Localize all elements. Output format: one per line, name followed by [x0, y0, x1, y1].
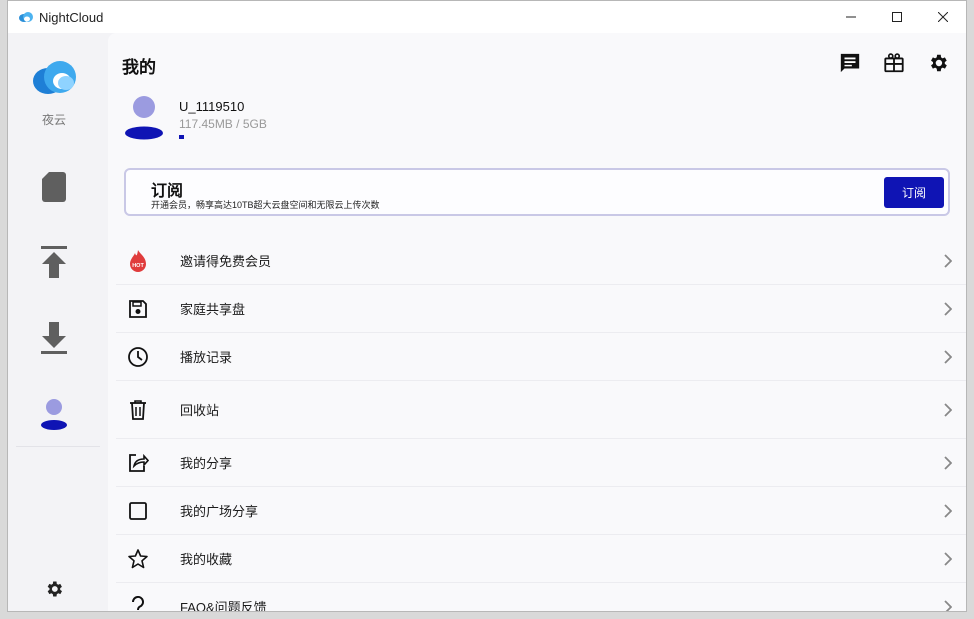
gear-icon: [44, 579, 64, 599]
hot-fire-icon: HOT: [126, 249, 150, 273]
download-icon: [40, 321, 68, 355]
chevron-right-icon: [942, 301, 954, 317]
sidebar: 夜云: [8, 33, 108, 612]
menu-item-trash[interactable]: 回收站: [116, 381, 967, 439]
upload-icon: [40, 245, 68, 279]
question-icon: [126, 595, 150, 613]
title-bar: NightCloud: [8, 1, 966, 33]
minimize-button[interactable]: [828, 1, 874, 33]
settings-button[interactable]: [916, 49, 960, 77]
messages-button[interactable]: [828, 49, 872, 77]
subscribe-button[interactable]: 订阅: [884, 177, 944, 208]
user-icon: [122, 95, 166, 141]
menu-item-label: 播放记录: [180, 347, 232, 366]
menu-item-label: 家庭共享盘: [180, 299, 245, 318]
user-icon: [39, 398, 69, 430]
sidebar-divider: [16, 446, 100, 447]
chevron-right-icon: [942, 455, 954, 471]
page-title: 我的: [122, 53, 156, 78]
maximize-button[interactable]: [874, 1, 920, 33]
message-icon: [839, 52, 861, 74]
menu-item-faq[interactable]: FAQ&问题反馈: [116, 583, 967, 612]
gift-icon: [883, 52, 905, 74]
chevron-right-icon: [942, 253, 954, 269]
maximize-icon: [892, 12, 902, 22]
app-window: NightCloud 夜云: [7, 0, 967, 612]
avatar[interactable]: [122, 95, 166, 141]
sidebar-item-profile[interactable]: [34, 394, 74, 434]
trash-icon: [126, 398, 150, 422]
chevron-right-icon: [942, 402, 954, 418]
main-panel: 我的: [108, 33, 967, 612]
menu-item-favorites[interactable]: 我的收藏: [116, 535, 967, 583]
file-icon: [41, 171, 67, 203]
storage-quota: 117.45MB / 5GB: [179, 117, 267, 131]
chevron-right-icon: [942, 503, 954, 519]
menu-item-label: 回收站: [180, 400, 219, 419]
svg-text:HOT: HOT: [132, 263, 144, 269]
chevron-right-icon: [942, 551, 954, 567]
sidebar-item-download[interactable]: [34, 318, 74, 358]
sidebar-settings-button[interactable]: [34, 569, 74, 609]
close-button[interactable]: [920, 1, 966, 33]
app-logo: [30, 57, 78, 97]
menu-item-label: 邀请得免费会员: [180, 251, 271, 270]
menu-item-invite[interactable]: HOT 邀请得免费会员: [116, 237, 967, 285]
subscription-description: 开通会员，畅享高达10TB超大云盘空间和无限云上传次数: [151, 198, 380, 211]
minimize-icon: [846, 12, 856, 22]
storage-progress-bar: [179, 135, 269, 139]
window-title: NightCloud: [39, 10, 103, 25]
menu-item-label: 我的收藏: [180, 549, 232, 568]
menu-item-family-disk[interactable]: 家庭共享盘: [116, 285, 967, 333]
sidebar-item-files[interactable]: [34, 167, 74, 207]
sidebar-item-upload[interactable]: [34, 242, 74, 282]
gear-icon: [927, 52, 949, 74]
menu-item-square-shares[interactable]: 我的广场分享: [116, 487, 967, 535]
logo-label: 夜云: [8, 111, 100, 128]
menu-item-label: 我的分享: [180, 453, 232, 472]
menu-item-my-shares[interactable]: 我的分享: [116, 439, 967, 487]
storage-progress-fill: [179, 135, 184, 139]
cloud-logo-icon: [18, 9, 34, 25]
star-icon: [126, 547, 150, 571]
cloud-logo-icon: [30, 57, 78, 97]
close-icon: [938, 12, 948, 22]
square-icon: [126, 499, 150, 523]
menu-item-play-history[interactable]: 播放记录: [116, 333, 967, 381]
chevron-right-icon: [942, 599, 954, 613]
share-icon: [126, 451, 150, 475]
username: U_1119510: [179, 99, 244, 114]
gift-button[interactable]: [872, 49, 916, 77]
menu-item-label: FAQ&问题反馈: [180, 597, 267, 612]
chevron-right-icon: [942, 349, 954, 365]
menu-item-label: 我的广场分享: [180, 501, 258, 520]
subscription-card: 订阅 开通会员，畅享高达10TB超大云盘空间和无限云上传次数 订阅: [124, 168, 950, 216]
clock-icon: [126, 345, 150, 369]
menu-list: HOT 邀请得免费会员 家庭共享盘: [108, 237, 967, 612]
save-disk-icon: [126, 297, 150, 321]
